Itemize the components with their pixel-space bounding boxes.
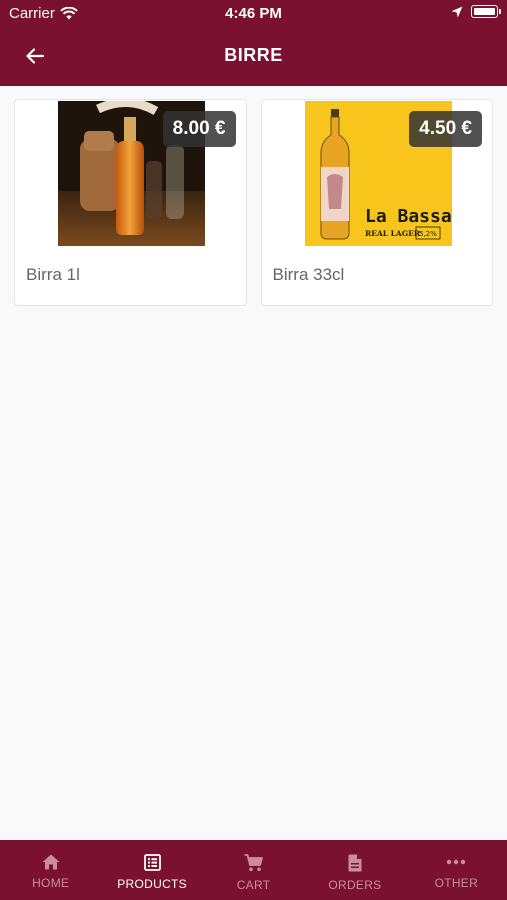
tab-products[interactable]: PRODUCTS xyxy=(101,840,202,900)
tab-label: HOME xyxy=(32,876,70,890)
cart-icon xyxy=(244,854,263,872)
tab-other[interactable]: OTHER xyxy=(406,840,507,900)
bottle-sub-text: REAL LAGER xyxy=(365,229,421,238)
product-grid: 8.00 € Birra 1l La Bassa REAL LAGER 5,2%… xyxy=(14,99,493,306)
tab-label: ORDERS xyxy=(328,878,382,892)
status-indicators xyxy=(451,5,501,18)
tab-label: CART xyxy=(236,878,271,892)
app-header: Carrier 4:46 PM BIRRE xyxy=(0,0,507,86)
tab-label: OTHER xyxy=(434,876,479,890)
tab-orders[interactable]: ORDERS xyxy=(304,840,405,900)
home-icon xyxy=(42,854,60,870)
bottle-brand-text: La Bassa xyxy=(365,206,452,227)
battery-icon xyxy=(471,5,501,18)
page-title: BIRRE xyxy=(224,45,283,65)
location-arrow-icon xyxy=(451,6,463,17)
bottom-tab-bar: HOME PRODUCTS CART ORDERS OTHER xyxy=(0,840,507,900)
tab-cart[interactable]: CART xyxy=(203,840,304,900)
products-icon xyxy=(143,854,161,871)
product-card[interactable]: 8.00 € Birra 1l xyxy=(14,99,247,306)
tab-home[interactable]: HOME xyxy=(0,840,101,900)
status-time: 4:46 PM xyxy=(225,5,282,22)
product-name: Birra 33cl xyxy=(272,265,345,284)
price-badge: 8.00 € xyxy=(162,111,236,147)
product-name: Birra 1l xyxy=(26,265,80,284)
status-bar: Carrier 4:46 PM xyxy=(0,0,507,28)
price-badge: 4.50 € xyxy=(409,111,482,147)
bottle-abv-text: 5,2% xyxy=(419,230,437,238)
tab-label: PRODUCTS xyxy=(117,877,187,891)
product-card[interactable]: La Bassa REAL LAGER 5,2% 4.50 € Birra 33… xyxy=(260,99,493,306)
orders-icon xyxy=(348,854,362,872)
more-icon xyxy=(447,859,466,865)
